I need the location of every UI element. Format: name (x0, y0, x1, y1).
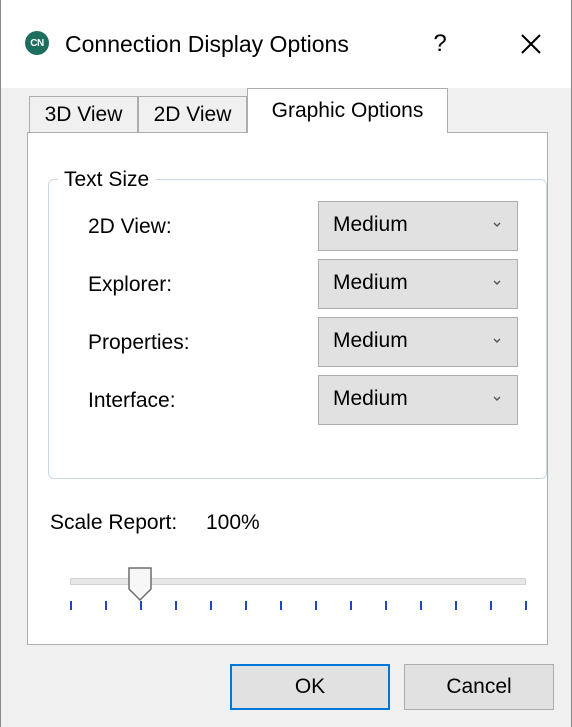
combo-explorer[interactable]: Medium (318, 259, 518, 309)
slider-tick (210, 601, 212, 610)
scale-slider-ticks (28, 601, 547, 613)
combo-value: Medium (333, 329, 408, 352)
scale-report-label: Scale Report: (50, 511, 178, 534)
close-button[interactable] (511, 24, 551, 64)
slider-tick (385, 601, 387, 610)
combo-properties[interactable]: Medium (318, 317, 518, 367)
slider-tick (70, 601, 72, 610)
label-interface: Interface: (88, 389, 176, 412)
app-icon: CN (25, 31, 49, 55)
dialog-window: CN Connection Display Options ? 3D View … (0, 0, 572, 727)
chevron-down-icon (493, 222, 501, 227)
slider-tick (280, 601, 282, 610)
tab-2d-view[interactable]: 2D View (138, 96, 247, 132)
slider-tick (420, 601, 422, 610)
slider-tick (350, 601, 352, 610)
scale-report-value: 100% (206, 511, 260, 534)
graphic-options-panel: Text Size 2D View: Medium Explorer: Medi… (27, 132, 548, 645)
combo-interface[interactable]: Medium (318, 375, 518, 425)
slider-tick (490, 601, 492, 610)
close-icon (521, 34, 541, 54)
window-title: Connection Display Options (65, 31, 349, 57)
app-icon-text: CN (30, 37, 44, 49)
cancel-button[interactable]: Cancel (404, 664, 554, 710)
help-button[interactable]: ? (427, 24, 453, 64)
label-explorer: Explorer: (88, 273, 173, 296)
combo-2d-view[interactable]: Medium (318, 201, 518, 251)
slider-tick (455, 601, 457, 610)
combo-value: Medium (333, 213, 408, 236)
chevron-down-icon (493, 396, 501, 401)
chevron-down-icon (493, 280, 501, 285)
chevron-down-icon (493, 338, 501, 343)
slider-tick (245, 601, 247, 610)
tab-3d-view[interactable]: 3D View (29, 96, 138, 132)
text-size-legend: Text Size (58, 167, 156, 193)
combo-value: Medium (333, 387, 408, 410)
tab-graphic-options[interactable]: Graphic Options (247, 88, 448, 133)
slider-tick (315, 601, 317, 610)
combo-value: Medium (333, 271, 408, 294)
title-bar[interactable]: CN Connection Display Options ? (1, 0, 571, 88)
slider-tick (105, 601, 107, 610)
slider-tick (175, 601, 177, 610)
label-2d-view: 2D View: (88, 215, 172, 238)
label-properties: Properties: (88, 331, 190, 354)
slider-tick (140, 601, 142, 610)
ok-button[interactable]: OK (230, 664, 390, 710)
scale-slider-thumb[interactable] (128, 567, 152, 601)
slider-tick (525, 601, 527, 610)
